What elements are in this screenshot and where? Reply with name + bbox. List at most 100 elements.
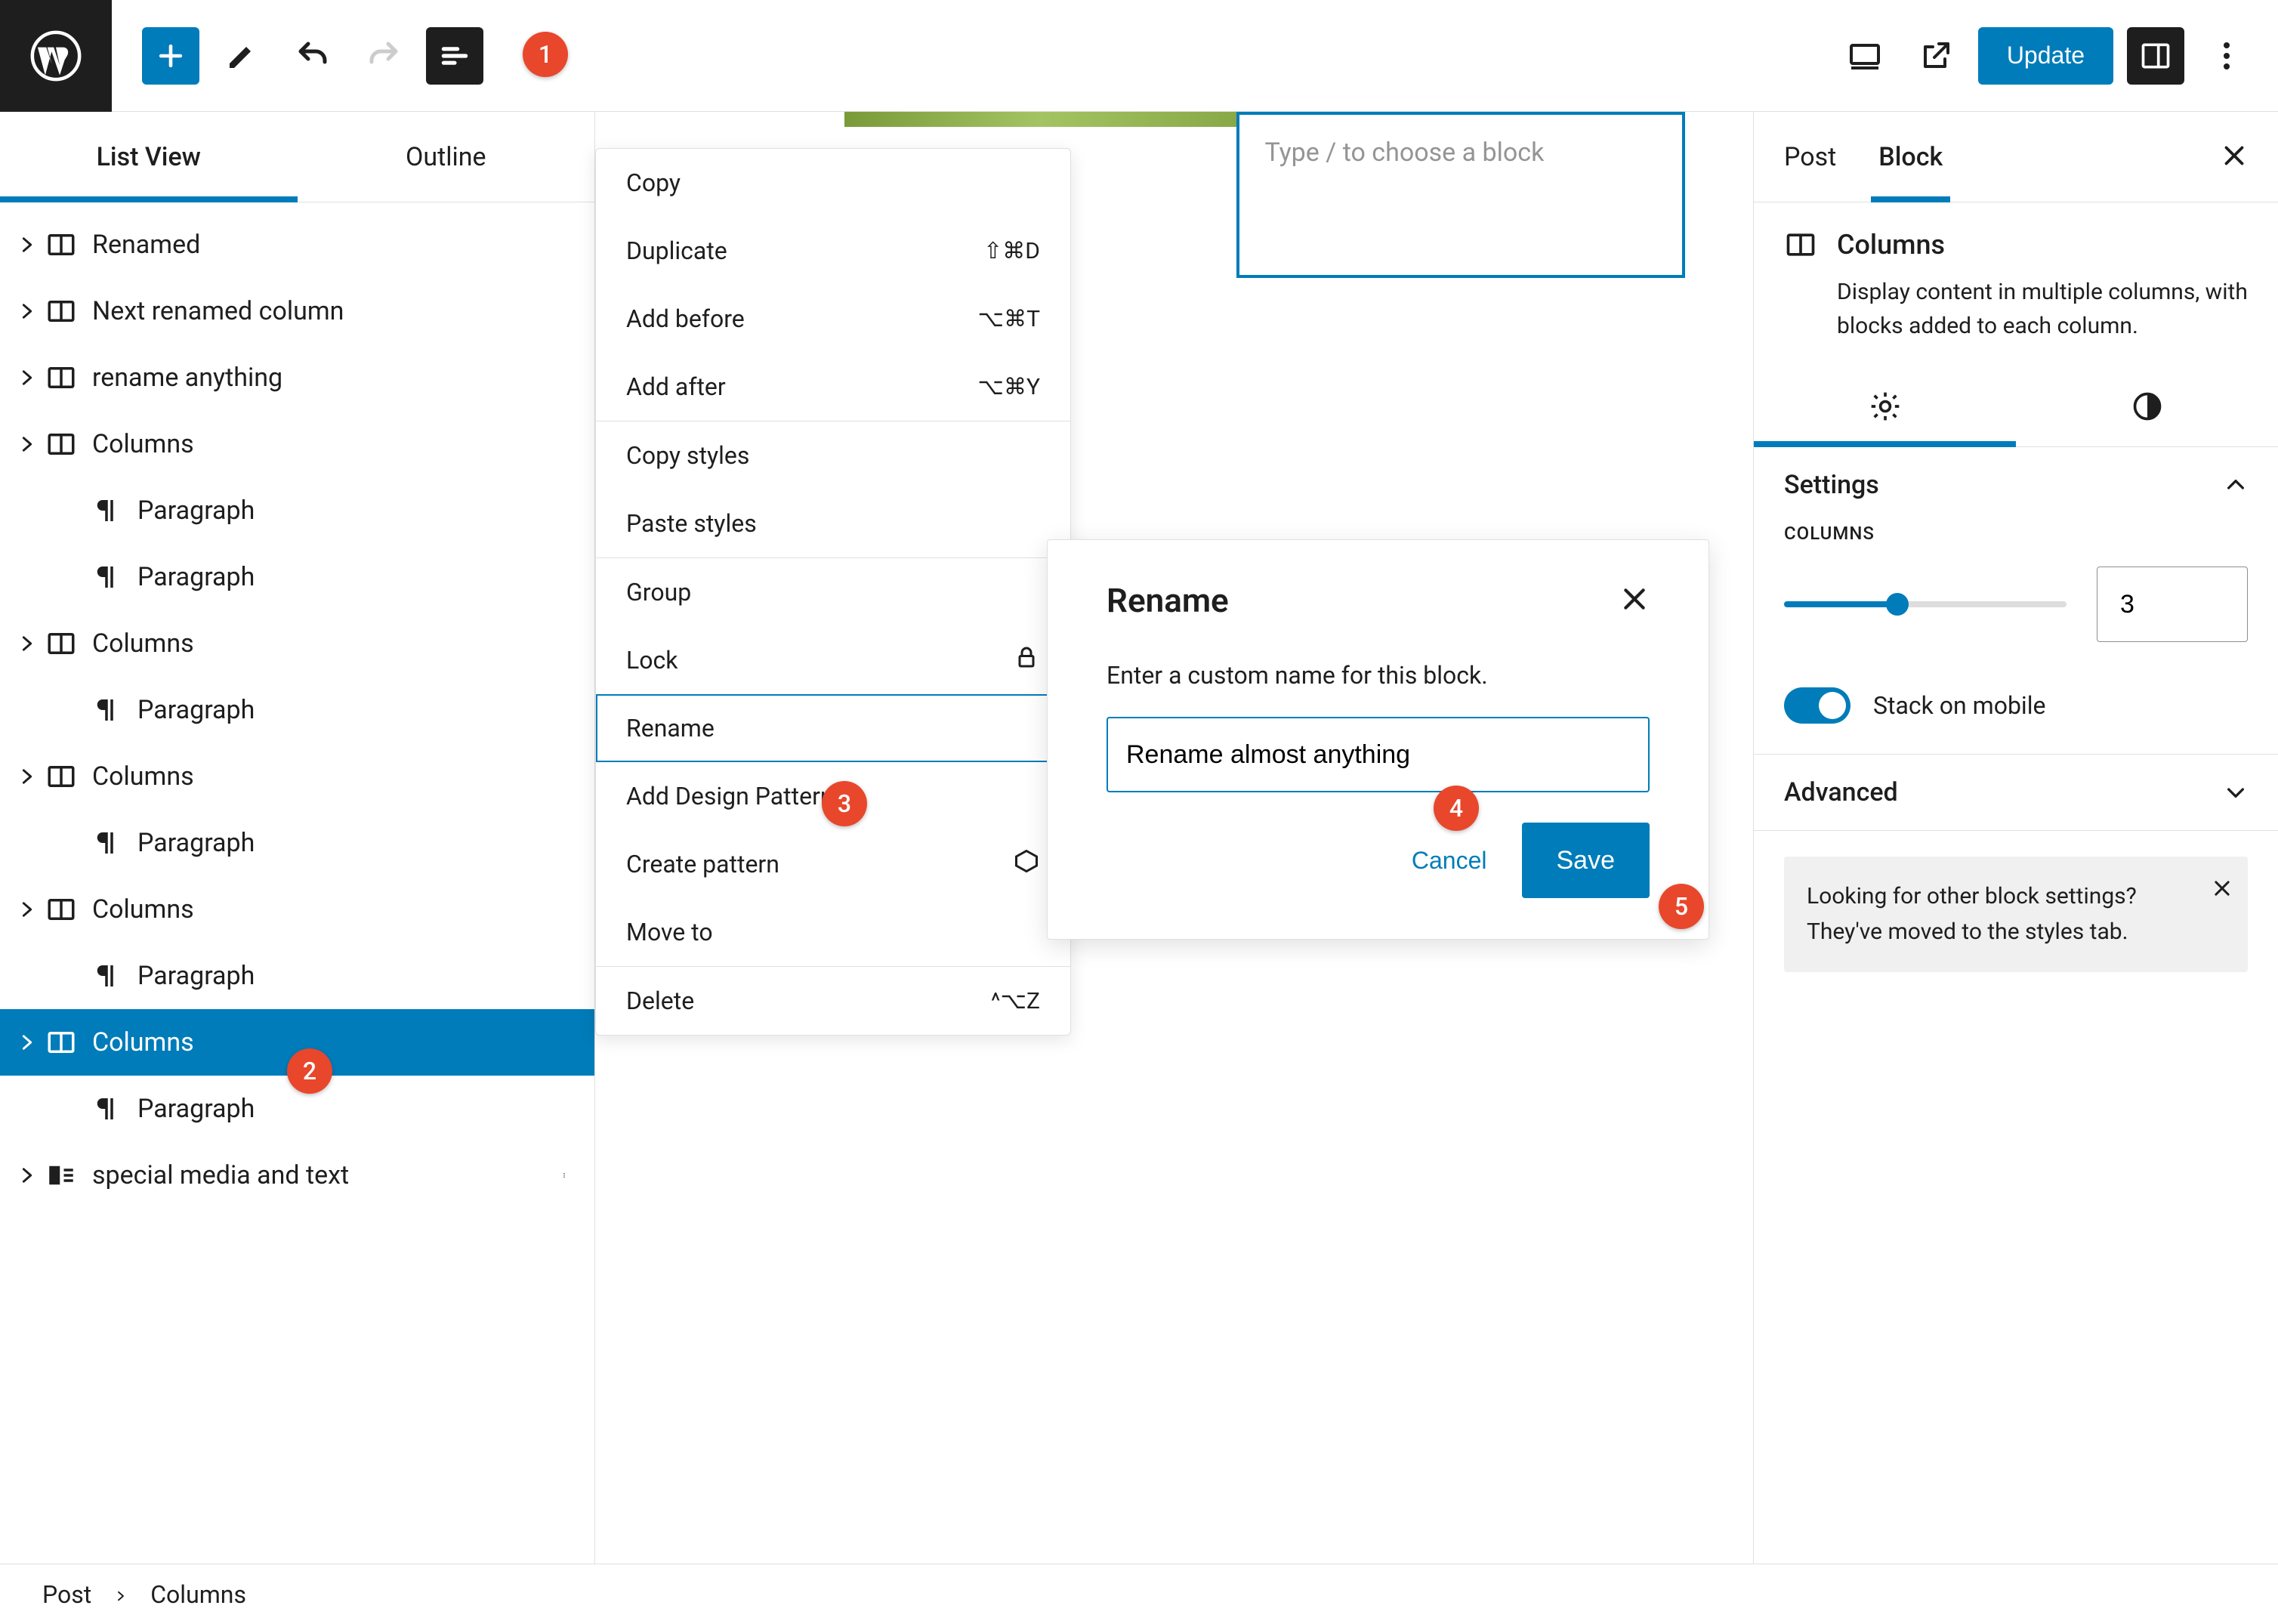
tree-item-label: Columns [92, 1027, 194, 1057]
sidebar-close-button[interactable] [2221, 142, 2248, 172]
stack-on-mobile-label: Stack on mobile [1873, 691, 2045, 720]
paragraph-icon [91, 694, 122, 726]
block-tree: RenamedNext renamed column rename anythin… [0, 202, 594, 1564]
tree-row-columns[interactable]: Columns [0, 610, 594, 677]
menu-lock[interactable]: Lock [596, 626, 1070, 694]
tree-row-paragraph[interactable]: Paragraph [0, 544, 594, 610]
inserter-button[interactable] [142, 27, 199, 85]
tree-item-label: rename anything [92, 363, 282, 393]
tree-row-paragraph[interactable]: Paragraph [0, 677, 594, 743]
tree-row-columns[interactable]: Renamed [0, 211, 594, 278]
lock-icon [1013, 644, 1040, 671]
update-button[interactable]: Update [1978, 27, 2113, 85]
preview-button[interactable] [1907, 27, 1965, 85]
hint-close-button[interactable] [2212, 875, 2233, 910]
save-button[interactable]: Save [1522, 823, 1650, 898]
view-button[interactable] [1836, 27, 1894, 85]
column-2-placeholder[interactable]: Type / to choose a block [1236, 112, 1686, 278]
tools-button[interactable] [213, 27, 270, 85]
caret-icon [17, 234, 38, 255]
tab-block[interactable]: Block [1878, 112, 1943, 202]
options-button[interactable] [2198, 27, 2255, 85]
chevron-down-icon [2224, 780, 2248, 804]
tree-row-columns[interactable]: rename anything [0, 344, 594, 411]
crumb-columns[interactable]: Columns [150, 1580, 246, 1609]
stack-on-mobile-toggle[interactable] [1784, 687, 1850, 724]
settings-hint: Looking for other block settings? They'v… [1784, 857, 2248, 972]
section-advanced-toggle[interactable]: Advanced [1754, 755, 2278, 830]
tree-row-columns[interactable]: Columns [0, 743, 594, 810]
sidebar-tabs: Post Block [1754, 112, 2278, 202]
tree-item-label: Paragraph [137, 496, 255, 526]
block-description: Display content in multiple columns, wit… [1837, 275, 2248, 343]
document-overview-panel: List View Outline RenamedNext renamed co… [0, 112, 595, 1564]
columns-icon [45, 229, 77, 261]
modal-close-button[interactable] [1619, 584, 1650, 617]
tree-row-columns[interactable]: Columns [0, 876, 594, 943]
rename-input[interactable] [1107, 717, 1650, 792]
paragraph-icon [91, 495, 122, 526]
menu-add-after[interactable]: Add after⌥⌘Y [596, 353, 1070, 421]
menu-delete[interactable]: Delete^⌥Z [596, 967, 1070, 1035]
menu-copy-styles[interactable]: Copy styles [596, 421, 1070, 489]
columns-icon [45, 428, 77, 460]
cancel-button[interactable]: Cancel [1407, 846, 1492, 875]
menu-group[interactable]: Group [596, 558, 1070, 626]
menu-copy[interactable]: Copy [596, 149, 1070, 217]
caret-icon [17, 1165, 38, 1186]
section-settings-toggle[interactable]: Settings [1754, 447, 2278, 523]
tree-item-label: Columns [92, 894, 194, 925]
annotation-5: 5 [1659, 884, 1704, 929]
inspector-tab-styles[interactable] [2016, 366, 2278, 446]
columns-icon [45, 1027, 77, 1058]
menu-move-to[interactable]: Move to [596, 898, 1070, 966]
menu-duplicate[interactable]: Duplicate⇧⌘D [596, 217, 1070, 285]
annotation-3: 3 [822, 781, 867, 826]
redo-button[interactable] [355, 27, 412, 85]
more-vertical-icon [2209, 38, 2245, 74]
settings-toggle-button[interactable] [2127, 27, 2184, 85]
menu-create-pattern[interactable]: Create pattern [596, 830, 1070, 898]
tree-row-columns[interactable]: Columns [0, 411, 594, 477]
caret-icon [17, 899, 38, 920]
inspector-tab-settings[interactable] [1754, 366, 2016, 446]
wordpress-icon [30, 30, 82, 82]
columns-label: COLUMNS [1784, 523, 2248, 544]
crumb-post[interactable]: Post [42, 1580, 91, 1609]
close-icon [2212, 878, 2233, 899]
menu-rename[interactable]: Rename [596, 694, 1070, 762]
tree-item-more-button[interactable] [549, 1160, 579, 1190]
tab-outline[interactable]: Outline [298, 112, 595, 202]
tree-row-paragraph[interactable]: Paragraph [0, 477, 594, 544]
caret-icon [17, 367, 38, 388]
caret-icon [17, 434, 38, 455]
paragraph-icon [91, 827, 122, 859]
tree-row-columns[interactable]: Next renamed column [0, 278, 594, 344]
columns-number-input[interactable] [2097, 567, 2248, 642]
columns-icon [1784, 228, 1817, 261]
wp-logo[interactable] [0, 0, 112, 112]
tree-row-paragraph[interactable]: Paragraph [0, 943, 594, 1009]
tree-row-paragraph[interactable]: Paragraph [0, 810, 594, 876]
tab-post[interactable]: Post [1784, 112, 1836, 202]
caret-icon [17, 1032, 38, 1053]
menu-paste-styles[interactable]: Paste styles [596, 489, 1070, 557]
caret-icon [17, 766, 38, 787]
document-overview-button[interactable] [426, 27, 483, 85]
undo-button[interactable] [284, 27, 341, 85]
columns-slider[interactable] [1784, 601, 2067, 607]
tab-list-view[interactable]: List View [0, 112, 298, 202]
annotation-4: 4 [1434, 786, 1479, 831]
settings-sidebar: Post Block Columns Display content in mu… [1754, 112, 2278, 1564]
paragraph-icon [91, 561, 122, 593]
tree-item-label: special media and text [92, 1160, 349, 1190]
menu-add-before[interactable]: Add before⌥⌘T [596, 285, 1070, 353]
tree-row-media[interactable]: special media and text [0, 1142, 594, 1209]
tree-item-label: Paragraph [137, 1094, 255, 1124]
styles-icon [2131, 390, 2164, 423]
edit-icon [224, 38, 260, 74]
caret-icon [17, 301, 38, 322]
columns-icon [45, 628, 77, 659]
columns-icon [45, 362, 77, 394]
redo-icon [366, 38, 402, 74]
